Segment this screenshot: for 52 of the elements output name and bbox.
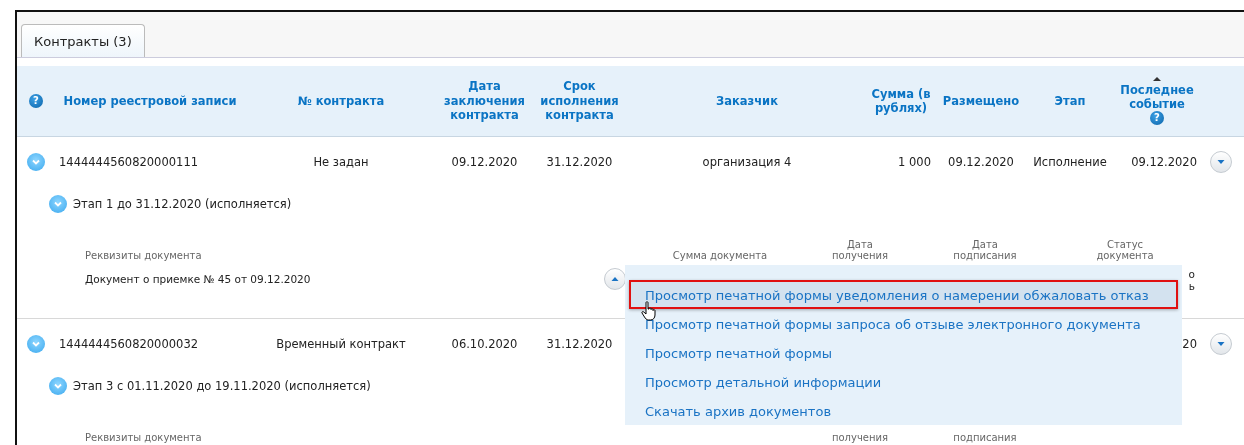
column-header[interactable]: Этап: [1054, 93, 1086, 109]
table-cell: 09.12.2020: [1131, 155, 1197, 169]
column-header[interactable]: Сумма (в рублях): [871, 86, 931, 116]
help-icon[interactable]: ?: [29, 94, 43, 108]
expand-chevron-icon[interactable]: [27, 153, 45, 171]
document-column-header: Статус документа: [1096, 239, 1154, 261]
table-cell: Исполнение: [1033, 155, 1107, 169]
column-header[interactable]: Дата заключения контракта: [441, 79, 528, 123]
hand-cursor-icon: [641, 301, 657, 321]
contracts-tab[interactable]: Контракты (3): [21, 24, 145, 57]
document-menu-button[interactable]: [604, 268, 626, 290]
menu-item[interactable]: Просмотр детальной информации: [629, 367, 1178, 396]
table-cell: 1444444560820000032: [59, 337, 199, 351]
document-status-text: ь: [1188, 280, 1195, 292]
table-cell: 1444444560820000111: [59, 155, 199, 169]
table-cell: 31.12.2020: [546, 155, 613, 169]
column-header[interactable]: Последнее событие: [1117, 82, 1197, 112]
column-header[interactable]: № контракта: [297, 93, 385, 109]
expand-chevron-icon[interactable]: [27, 335, 45, 353]
table-cell: 06.10.2020: [451, 337, 518, 351]
document-status-text: о: [1188, 268, 1195, 280]
column-header[interactable]: Срок исполнения контракта: [536, 79, 623, 123]
table-cell: Не задан: [313, 155, 369, 169]
document-column-header: Реквизиты документа: [85, 250, 202, 261]
menu-item[interactable]: Просмотр печатной формы запроса об отзыве электронного документа: [629, 309, 1178, 338]
document-column-header: Дата подписания: [953, 239, 1017, 261]
menu-item[interactable]: Скачать архив документов: [629, 396, 1178, 425]
table-cell: Временный контракт: [276, 337, 406, 351]
menu-item[interactable]: Просмотр печатной формы уведомления о намерении обжаловать отказ: [629, 280, 1178, 309]
document-name: Документ о приемке № 45 от 09.12.2020: [85, 273, 311, 285]
column-header[interactable]: Заказчик: [716, 93, 778, 109]
table-cell: 31.12.2020: [546, 337, 613, 351]
stage-title: Этап 1 до 31.12.2020 (исполняется): [73, 197, 292, 211]
table-cell: 20: [1182, 337, 1197, 351]
document-column-header: Реквизиты документа: [85, 432, 202, 443]
row-actions-button[interactable]: [1210, 333, 1232, 355]
column-header[interactable]: Номер реестровой записи: [63, 93, 237, 109]
table-cell: 1 000: [898, 155, 931, 169]
document-column-header: Сумма документа: [672, 250, 768, 261]
row-actions-button[interactable]: [1210, 151, 1232, 173]
help-icon[interactable]: ?: [1150, 111, 1164, 126]
document-column-header: Дата получения: [831, 239, 889, 261]
document-column-header: получения: [831, 432, 889, 443]
expand-chevron-icon[interactable]: [49, 377, 67, 395]
expand-chevron-icon[interactable]: [49, 195, 67, 213]
column-header[interactable]: Размещено: [942, 93, 1020, 109]
document-column-header: подписания: [953, 432, 1017, 443]
table-cell: организация 4: [702, 155, 792, 169]
menu-item[interactable]: Просмотр печатной формы: [629, 338, 1178, 367]
table-cell: 09.12.2020: [451, 155, 518, 169]
table-cell: 09.12.2020: [948, 155, 1014, 169]
stage-title: Этап 3 с 01.11.2020 до 19.11.2020 (исполняется): [73, 379, 371, 393]
